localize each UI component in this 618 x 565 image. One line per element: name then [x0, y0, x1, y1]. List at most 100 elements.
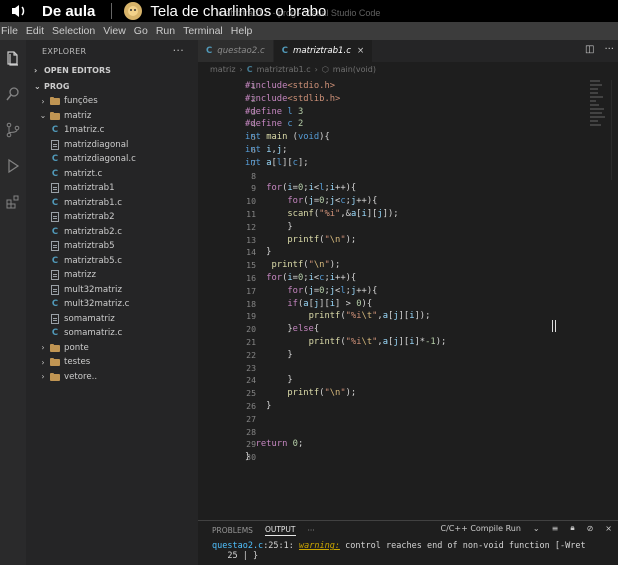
menu-terminal[interactable]: Terminal — [179, 25, 227, 37]
minimap[interactable] — [590, 80, 606, 140]
more-actions-icon[interactable]: ··· — [173, 44, 184, 57]
tree-file[interactable]: Cmatrizt.c — [26, 167, 198, 182]
close-icon[interactable]: × — [357, 46, 364, 56]
tree-folder[interactable]: › funções — [26, 94, 198, 109]
menu-run[interactable]: Run — [152, 25, 179, 37]
code-line[interactable]: 22 } — [198, 349, 598, 362]
tree-file[interactable]: matriztrab1 — [26, 181, 198, 196]
code-line[interactable]: 23 — [198, 362, 598, 375]
code-line[interactable]: 25 printf("\n"); — [198, 387, 598, 400]
tree-file[interactable]: Cmatriztrab5.c — [26, 254, 198, 269]
tab-matriztrab1[interactable]: C matriztrab1.c × — [273, 40, 374, 62]
code-text: #include<stdlib.h> — [245, 93, 341, 104]
close-icon[interactable]: × — [605, 524, 612, 533]
tree-folder[interactable]: › testes — [26, 355, 198, 370]
code-line[interactable]: 30} — [198, 451, 598, 464]
menu-selection[interactable]: Selection — [48, 25, 99, 37]
output-text: questao2.c:25:1: warning: control reache… — [212, 541, 586, 561]
code-line[interactable]: 8 — [198, 170, 598, 183]
editor-actions: ◫ ··· — [585, 44, 614, 55]
code-line[interactable]: 9 for(i=0;i<l;i++){ — [198, 182, 598, 195]
tab-questao2[interactable]: C questao2.c — [198, 40, 274, 62]
tree-file[interactable]: mult32matriz — [26, 283, 198, 298]
code-line[interactable]: 17 for(j=0;j<l;j++){ — [198, 285, 598, 298]
speaker-icon[interactable] — [8, 0, 30, 22]
tree-file[interactable]: matriztrab5 — [26, 239, 198, 254]
code-line[interactable]: 6 int i,j; — [198, 144, 598, 157]
more-actions-icon[interactable]: ··· — [308, 526, 315, 535]
tree-file[interactable]: Cmatrizdiagonal.c — [26, 152, 198, 167]
tree-file[interactable]: C 1matriz.c — [26, 123, 198, 138]
chevron-down-icon[interactable]: ⌄ — [533, 524, 540, 533]
breadcrumb-file[interactable]: matriztrab1.c — [257, 65, 311, 74]
lock-icon[interactable]: 🔒︎ — [570, 523, 574, 533]
menu-help[interactable]: Help — [227, 25, 257, 37]
tab-problems[interactable]: PROBLEMS — [212, 526, 253, 535]
menu-view[interactable]: View — [99, 25, 130, 37]
editor-area: C questao2.c C matriztrab1.c × ◫ ··· mat… — [198, 40, 618, 520]
source-control-icon[interactable] — [0, 112, 26, 148]
menu-edit[interactable]: Edit — [22, 25, 48, 37]
tree-file[interactable]: Cmatriztrab2.c — [26, 225, 198, 240]
code-line[interactable]: 12 } — [198, 221, 598, 234]
breadcrumb-folder[interactable]: matriz — [210, 65, 236, 74]
tree-file[interactable]: matrizdiagonal — [26, 138, 198, 153]
scrollbar[interactable] — [611, 80, 617, 180]
chevron-right-icon: › — [41, 372, 45, 382]
search-icon[interactable] — [0, 76, 26, 112]
code-line[interactable]: 14 } — [198, 246, 598, 259]
run-debug-icon[interactable] — [0, 148, 26, 184]
tree-file[interactable]: somamatriz — [26, 312, 198, 327]
code-line[interactable]: 24 } — [198, 374, 598, 387]
code-line[interactable]: 7 int a[l][c]; — [198, 157, 598, 170]
breadcrumb-symbol[interactable]: main(void) — [333, 65, 376, 74]
code-line[interactable]: 18 if(a[j][i] > 0){ — [198, 298, 598, 311]
tree-file[interactable]: Cmatriztrab1.c — [26, 196, 198, 211]
code-line[interactable]: 1 #include<stdio.h> — [198, 80, 598, 93]
code-line[interactable]: 13 printf("\n"); — [198, 234, 598, 247]
code-line[interactable]: 5 int main (void){ — [198, 131, 598, 144]
code-line[interactable]: 2 #include<stdlib.h> — [198, 93, 598, 106]
tree-folder[interactable]: ⌄ matriz — [26, 109, 198, 124]
tree-file[interactable]: Cmult32matriz.c — [26, 297, 198, 312]
code-line[interactable]: 10 for(j=0;j<c;j++){ — [198, 195, 598, 208]
code-line[interactable]: 16 for(i=0;i<c;i++){ — [198, 272, 598, 285]
code-text: } — [245, 452, 251, 463]
tree-folder[interactable]: › vetore.. — [26, 370, 198, 385]
code-line[interactable]: 3 #define l 3 — [198, 106, 598, 119]
code-editor[interactable]: 1 #include<stdio.h> 2 #include<stdlib.h> 3 #d… — [198, 80, 598, 464]
clear-output-icon[interactable]: ⊘ — [587, 524, 594, 533]
code-line[interactable]: 27 — [198, 413, 598, 426]
tab-output[interactable]: OUTPUT — [264, 525, 296, 536]
code-line[interactable]: 21 printf("%i\t",a[j][i]*-1); — [198, 336, 598, 349]
code-line[interactable]: 20 }else{ — [198, 323, 598, 336]
code-line[interactable]: 26 } — [198, 400, 598, 413]
file-icon — [51, 212, 59, 223]
extensions-icon[interactable] — [0, 184, 26, 220]
workspace-root[interactable]: ⌄ PROG — [26, 78, 198, 94]
menu-file[interactable]: File — [0, 25, 22, 37]
tree-file[interactable]: matrizz — [26, 268, 198, 283]
tree-item-label: mult32matriz — [64, 284, 122, 295]
more-actions-icon[interactable]: ··· — [604, 44, 614, 55]
code-line[interactable]: 11 scanf("%i",&a[i][j]); — [198, 208, 598, 221]
code-line[interactable]: 4 #define c 2 — [198, 118, 598, 131]
open-editors-section[interactable]: › OPEN EDITORS — [26, 62, 198, 78]
menu-go[interactable]: Go — [130, 25, 152, 37]
tree-file[interactable]: Csomamatriz.c — [26, 326, 198, 341]
tree-item-label: matriztrab2 — [64, 212, 115, 223]
tree-file[interactable]: matriztrab2 — [26, 210, 198, 225]
divider — [111, 3, 113, 19]
tree-item-label: matriztrab1.c — [64, 197, 122, 208]
tree-folder[interactable]: › ponte — [26, 341, 198, 356]
output-channel-select[interactable]: C/C++ Compile Run — [441, 524, 521, 533]
code-line[interactable]: 15 printf("\n"); — [198, 259, 598, 272]
filter-icon[interactable]: ≡ — [552, 524, 559, 533]
c-file-icon: C — [51, 154, 59, 165]
code-line[interactable]: 28 — [198, 426, 598, 439]
code-line[interactable]: 19 printf("%i\t",a[j][i]); — [198, 310, 598, 323]
editor-tabs: C questao2.c C matriztrab1.c × ◫ ··· — [198, 40, 618, 62]
explorer-icon[interactable] — [0, 40, 26, 76]
split-editor-icon[interactable]: ◫ — [585, 44, 594, 55]
code-line[interactable]: 29 return 0; — [198, 438, 598, 451]
